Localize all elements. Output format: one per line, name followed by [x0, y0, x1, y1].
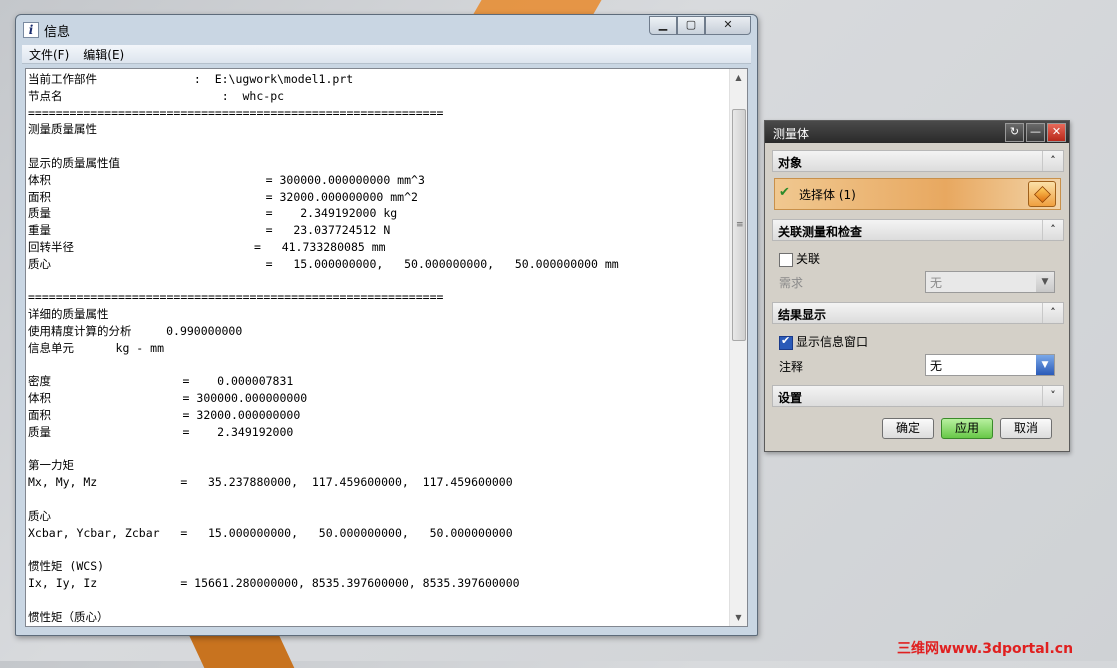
dialog-close-icon[interactable]: ✕	[1047, 123, 1066, 142]
section-object-label: 对象	[778, 156, 803, 170]
info-line: 体积 = 300000.000000000	[28, 391, 308, 406]
info-line	[28, 138, 728, 155]
chevron-up-icon[interactable]: ˄	[1042, 303, 1063, 323]
menu-bar: 文件(F) 编辑(E)	[22, 45, 751, 64]
info-titlebar[interactable]: i 信息 ▁ ▢ ✕	[16, 15, 757, 43]
solid-body-icon[interactable]	[1028, 181, 1056, 207]
info-text-area[interactable]: 当前工作部件 : E:\ugwork\model1.prt 节点名 : whc-p…	[25, 68, 748, 627]
watermark: 三维网www.3dportal.cn	[897, 641, 1074, 657]
select-body-row[interactable]: ✔ 选择体 (1)	[774, 178, 1061, 210]
info-line: ========================================…	[28, 290, 444, 305]
vertical-scrollbar[interactable]: ▲ ≡ ▼	[729, 69, 747, 626]
section-results-label: 结果显示	[778, 308, 827, 322]
chevron-up-icon[interactable]: ˄	[1042, 220, 1063, 240]
info-line: 质量 = 2.349192000	[28, 424, 294, 439]
info-line	[28, 273, 728, 290]
maximize-button[interactable]: ▢	[677, 16, 705, 35]
chevron-down-icon[interactable]: ˅	[1042, 386, 1063, 406]
info-line: 质量 = 2.349192000 kg	[28, 206, 398, 221]
info-text: 当前工作部件 : E:\ugwork\model1.prt 节点名 : whc-p…	[28, 71, 728, 626]
dialog-title: 测量体	[773, 127, 810, 141]
requirement-value: 无	[930, 276, 943, 290]
dialog-titlebar[interactable]: 测量体 ↻ — ✕	[765, 121, 1069, 143]
section-associate-label: 关联测量和检查	[778, 225, 863, 239]
associate-checkbox-row[interactable]: 关联	[779, 250, 820, 267]
info-line: 节点名 : whc-pc	[28, 88, 285, 103]
info-line: Xcbar, Ycbar, Zcbar = 15.000000000, 50.0…	[28, 525, 513, 540]
chevron-down-icon: ▼	[1036, 272, 1054, 292]
info-line: ========================================…	[28, 105, 444, 120]
associate-label: 关联	[796, 252, 821, 266]
annotation-select[interactable]: 无 ▼	[925, 354, 1055, 376]
grip-icon: ≡	[736, 220, 744, 230]
info-line: 当前工作部件 : E:\ugwork\model1.prt	[28, 72, 354, 86]
info-line: 体积 = 300000.000000000 mm^3	[28, 172, 425, 187]
info-line: 面积 = 32000.000000000	[28, 407, 301, 422]
scroll-thumb[interactable]: ≡	[732, 109, 746, 341]
show-info-row[interactable]: 显示信息窗口	[779, 333, 868, 350]
minimize-button[interactable]: ▁	[649, 16, 677, 35]
section-settings-label: 设置	[778, 391, 803, 405]
info-window-title: 信息	[44, 25, 71, 40]
apply-button[interactable]: 应用	[941, 418, 993, 439]
requirement-select: 无 ▼	[925, 271, 1055, 293]
info-line: 惯性矩 (WCS)	[28, 559, 105, 574]
show-info-label: 显示信息窗口	[796, 335, 869, 349]
annotation-value: 无	[930, 359, 943, 373]
info-line: 密度 = 0.000007831	[28, 374, 294, 389]
info-line: Ix, Iy, Iz = 15661.280000000, 8535.39760…	[28, 575, 520, 590]
associate-checkbox[interactable]	[779, 252, 793, 267]
section-results[interactable]: 结果显示 ˄	[772, 302, 1064, 324]
check-icon: ✔	[779, 185, 790, 200]
info-line: 回转半径 = 41.733280085 mm	[28, 239, 386, 254]
measure-body-dialog: 测量体 ↻ — ✕ 对象 ˄ ✔ 选择体 (1) 关联测量和检查 ˄ 关联 需求…	[764, 120, 1070, 452]
info-line: 重量 = 23.037724512 N	[28, 223, 391, 238]
info-line: Mx, My, Mz = 35.237880000, 117.459600000…	[28, 475, 513, 490]
section-associate[interactable]: 关联测量和检查 ˄	[772, 219, 1064, 241]
info-line	[28, 441, 728, 458]
section-settings[interactable]: 设置 ˅	[772, 385, 1064, 407]
scroll-up-icon[interactable]: ▲	[730, 69, 747, 86]
ok-button[interactable]: 确定	[882, 418, 934, 439]
chevron-down-icon[interactable]: ▼	[1036, 355, 1054, 375]
section-object[interactable]: 对象 ˄	[772, 150, 1064, 172]
info-line: 测量质量属性	[28, 122, 97, 137]
reset-icon[interactable]: ↻	[1005, 123, 1024, 142]
info-line	[28, 357, 728, 374]
info-line: 面积 = 32000.000000000 mm^2	[28, 189, 418, 204]
info-line: Ixc, Iyc, Izc = 2015.320000000, 2133.849…	[28, 625, 728, 626]
info-line: 使用精度计算的分析 0.990000000	[28, 323, 243, 338]
requirement-label: 需求	[779, 276, 804, 290]
menu-file[interactable]: 文件(F)	[22, 46, 76, 63]
chevron-up-icon[interactable]: ˄	[1042, 151, 1063, 171]
info-line: 质心 = 15.000000000, 50.000000000, 50.0000…	[28, 256, 619, 271]
info-line: 信息单元 kg - mm	[28, 340, 165, 355]
info-line: 详细的质量属性	[28, 307, 109, 322]
scroll-down-icon[interactable]: ▼	[730, 609, 747, 626]
cancel-button[interactable]: 取消	[1000, 418, 1052, 439]
info-line	[28, 541, 728, 558]
show-info-checkbox[interactable]	[779, 334, 793, 350]
close-button[interactable]: ✕	[705, 16, 751, 35]
info-line: 显示的质量属性值	[28, 155, 120, 170]
info-line	[28, 491, 728, 508]
select-body-label: 选择体 (1)	[799, 188, 856, 202]
info-line: 惯性矩（质心）	[28, 609, 109, 624]
info-line: 质心	[28, 508, 51, 523]
info-icon: i	[23, 22, 39, 38]
info-window: i 信息 ▁ ▢ ✕ 文件(F) 编辑(E) 当前工作部件 : E:\ugwor…	[15, 14, 758, 636]
collapse-icon[interactable]: —	[1026, 123, 1045, 142]
info-line: 第一力矩	[28, 458, 74, 473]
info-line	[28, 592, 728, 609]
annotation-label: 注释	[779, 360, 804, 374]
menu-edit[interactable]: 编辑(E)	[76, 46, 131, 63]
